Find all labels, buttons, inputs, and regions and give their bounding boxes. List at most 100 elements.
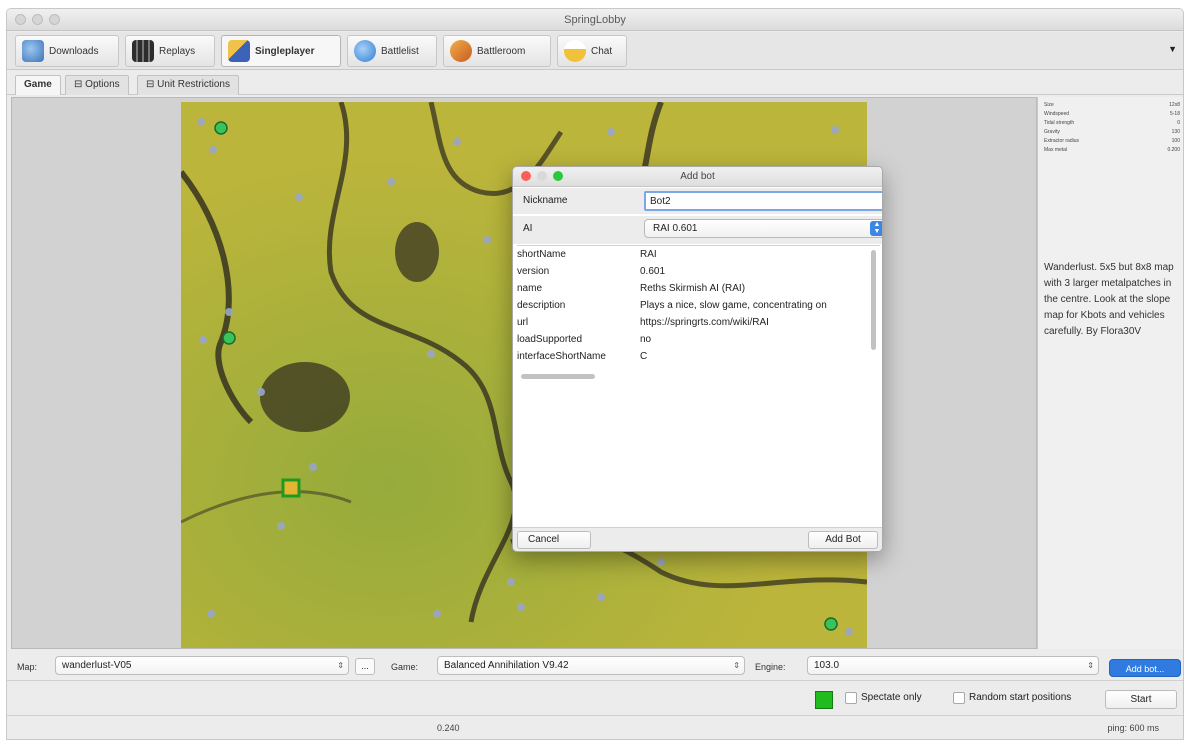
add-bot-confirm-button[interactable]: Add Bot bbox=[808, 531, 878, 549]
add-bot-button[interactable]: Add bot... bbox=[1109, 659, 1181, 677]
tab-singleplayer[interactable]: Singleplayer bbox=[221, 35, 341, 67]
random-start-checkbox[interactable] bbox=[953, 692, 965, 704]
start-position-marker[interactable] bbox=[222, 331, 236, 345]
property-row: interfaceShortName C bbox=[517, 348, 880, 365]
tab-label: Battlelist bbox=[381, 45, 419, 57]
ai-select[interactable]: RAI 0.601 ▲ ▼ bbox=[644, 219, 882, 238]
engine-select-value: 103.0 bbox=[814, 660, 840, 671]
stat-key: Size bbox=[1044, 102, 1054, 108]
property-key: shortName bbox=[517, 249, 566, 260]
start-position-marker[interactable] bbox=[824, 617, 838, 631]
game-select-value: Balanced Annihilation V9.42 bbox=[444, 660, 569, 671]
tab-label: Downloads bbox=[49, 45, 99, 57]
spectate-only-label: Spectate only bbox=[861, 692, 922, 703]
ai-row: AI RAI 0.601 ▲ ▼ bbox=[513, 216, 882, 244]
tab-game[interactable]: Game bbox=[15, 75, 61, 95]
battlelist-icon bbox=[354, 40, 376, 62]
property-value: no bbox=[640, 334, 652, 345]
property-row: version 0.601 bbox=[517, 263, 880, 280]
title-bar: SpringLobby bbox=[7, 9, 1183, 31]
property-value: https://springrts.com/wiki/RAI bbox=[640, 317, 769, 328]
property-value: C bbox=[640, 351, 648, 362]
toolbar-overflow-icon[interactable]: ▼ bbox=[1168, 44, 1177, 54]
cancel-button[interactable]: Cancel bbox=[517, 531, 591, 549]
replays-icon bbox=[132, 40, 154, 62]
dialog-title: Add bot bbox=[680, 171, 715, 182]
stat-value: 100 bbox=[1171, 138, 1180, 144]
springlobby-window: SpringLobby Downloads Replays Singleplay… bbox=[6, 8, 1184, 740]
stat-key: Windspeed bbox=[1044, 111, 1070, 117]
lock-icon: ⊟ bbox=[74, 79, 86, 90]
status-version: 0.240 bbox=[437, 723, 460, 733]
chat-icon bbox=[564, 40, 586, 62]
dialog-zoom-button[interactable] bbox=[553, 171, 563, 181]
tab-game-label: Game bbox=[24, 79, 52, 90]
spectate-only-checkbox[interactable] bbox=[845, 692, 857, 704]
battle-settings-bar: Map: wanderlust-V05 ⇕ ... Game: Balanced… bbox=[7, 653, 1183, 681]
map-browse-button[interactable]: ... bbox=[355, 658, 375, 675]
tab-label: Battleroom bbox=[477, 45, 526, 57]
properties-horizontal-scrollbar[interactable] bbox=[521, 374, 595, 379]
tab-label: Chat bbox=[591, 45, 613, 57]
tab-options[interactable]: ⊟ Options bbox=[65, 75, 129, 95]
battleroom-icon bbox=[450, 40, 472, 62]
stat-value: 5-18 bbox=[1169, 111, 1180, 117]
dialog-title-bar: Add bot bbox=[513, 167, 882, 187]
game-select[interactable]: Balanced Annihilation V9.42 ⇕ bbox=[437, 656, 745, 675]
select-stepper-icon: ▲ ▼ bbox=[870, 221, 882, 236]
player-start-marker[interactable] bbox=[281, 478, 301, 498]
window-controls bbox=[15, 14, 60, 25]
start-position-marker[interactable] bbox=[214, 121, 228, 135]
select-arrows-icon: ⇕ bbox=[1087, 661, 1094, 670]
stat-value: 0.200 bbox=[1167, 147, 1180, 153]
stat-value: 130 bbox=[1171, 129, 1180, 135]
dialog-close-button[interactable] bbox=[521, 171, 531, 181]
select-arrows-icon: ⇕ bbox=[733, 661, 740, 670]
property-key: description bbox=[517, 300, 566, 311]
map-select[interactable]: wanderlust-V05 ⇕ bbox=[55, 656, 349, 675]
property-key: url bbox=[517, 317, 529, 328]
minimize-window-button[interactable] bbox=[32, 14, 43, 25]
tab-unit-restrictions[interactable]: ⊟ Unit Restrictions bbox=[137, 75, 239, 95]
stat-value: 0 bbox=[1177, 120, 1180, 126]
tab-label: Replays bbox=[159, 45, 196, 57]
stat-key: Extractor radius bbox=[1044, 138, 1080, 144]
map-select-value: wanderlust-V05 bbox=[62, 660, 132, 671]
property-value: RAI bbox=[640, 249, 657, 260]
property-row: shortName RAI bbox=[517, 246, 880, 263]
ai-label: AI bbox=[523, 223, 533, 234]
main-toolbar: Downloads Replays Singleplayer Battlelis… bbox=[7, 32, 1183, 70]
window-title: SpringLobby bbox=[564, 14, 626, 26]
property-key: interfaceShortName bbox=[517, 351, 606, 362]
ai-properties-list[interactable]: shortName RAI version 0.601 name Reths Skir… bbox=[517, 245, 880, 383]
property-key: loadSupported bbox=[517, 334, 583, 345]
status-bar: 0.240 ping: 600 ms bbox=[7, 717, 1183, 739]
property-row: url https://springrts.com/wiki/RAI bbox=[517, 314, 880, 331]
game-label: Game: bbox=[391, 662, 419, 672]
property-value: 0.601 bbox=[640, 266, 666, 277]
tab-replays[interactable]: Replays bbox=[125, 35, 215, 67]
engine-select[interactable]: 103.0 ⇕ bbox=[807, 656, 1099, 675]
engine-label: Engine: bbox=[755, 662, 786, 672]
dialog-minimize-button[interactable] bbox=[537, 171, 547, 181]
nickname-row: Nickname bbox=[513, 188, 882, 214]
stat-value: 12x8 bbox=[1169, 102, 1180, 108]
tab-chat[interactable]: Chat bbox=[557, 35, 627, 67]
tab-downloads[interactable]: Downloads bbox=[15, 35, 119, 67]
tab-battlelist[interactable]: Battlelist bbox=[347, 35, 437, 67]
battle-subtabs: Game ⊟ Options ⊟ Unit Restrictions bbox=[7, 71, 1183, 95]
properties-vertical-scrollbar[interactable] bbox=[871, 250, 876, 350]
property-row: name Reths Skirmish AI (RAI) bbox=[517, 280, 880, 297]
tab-battleroom[interactable]: Battleroom bbox=[443, 35, 551, 67]
singleplayer-icon bbox=[228, 40, 250, 62]
add-bot-dialog: Add bot Nickname AI RAI 0.601 ▲▼ shortNa… bbox=[512, 166, 883, 552]
nickname-input[interactable] bbox=[644, 191, 882, 211]
close-window-button[interactable] bbox=[15, 14, 26, 25]
property-value: Reths Skirmish AI (RAI) bbox=[640, 283, 746, 294]
status-ping: ping: 600 ms bbox=[1107, 723, 1159, 733]
start-button[interactable]: Start bbox=[1105, 690, 1177, 709]
map-label: Map: bbox=[17, 662, 38, 672]
zoom-window-button[interactable] bbox=[49, 14, 60, 25]
player-color-button[interactable] bbox=[815, 691, 833, 709]
map-stat-row: Extractor radius 100 bbox=[1044, 137, 1180, 146]
